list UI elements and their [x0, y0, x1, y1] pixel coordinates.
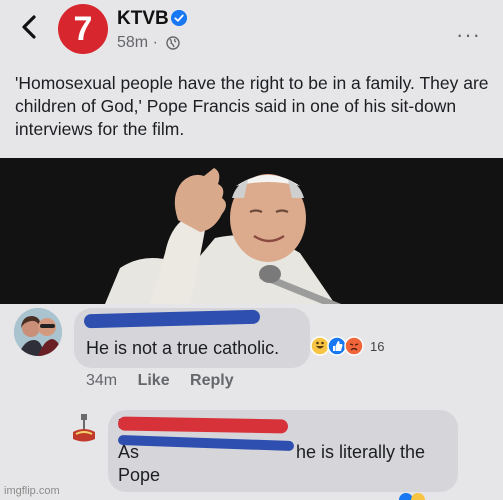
reply-reaction-icons[interactable]	[398, 490, 458, 500]
post-timestamp[interactable]: 58m ·	[117, 34, 158, 52]
post-photo[interactable]	[0, 158, 503, 304]
reaction-count[interactable]: 16	[370, 339, 384, 354]
pope-photo-illustration	[0, 158, 503, 304]
imgflip-watermark: imgflip.com	[4, 485, 60, 497]
back-arrow-icon[interactable]	[18, 14, 40, 40]
post-caption: 'Homosexual people have the right to be …	[15, 73, 489, 139]
page-avatar[interactable]: 7	[58, 4, 108, 54]
comment-text: He is not a true catholic.	[86, 338, 280, 358]
redacted-name-red	[117, 416, 289, 434]
comment-actions: 34m Like Reply	[86, 372, 250, 390]
commenter-avatar[interactable]	[14, 308, 62, 356]
couple-photo-avatar	[14, 308, 62, 356]
verified-badge-icon	[171, 10, 187, 26]
reply-button[interactable]: Reply	[190, 372, 234, 389]
reply-commenter-avatar[interactable]	[70, 412, 98, 444]
post-header: 7 KTVB 58m · ···	[0, 0, 503, 62]
like-button[interactable]: Like	[138, 372, 170, 389]
ktvb-logo-text: 7	[73, 10, 93, 48]
comment-timestamp[interactable]: 34m	[86, 372, 117, 389]
reaction-icons[interactable]	[310, 336, 370, 356]
globe-icon	[166, 36, 180, 50]
more-options-button[interactable]: ···	[456, 22, 481, 48]
page-name[interactable]: KTVB	[117, 8, 169, 30]
